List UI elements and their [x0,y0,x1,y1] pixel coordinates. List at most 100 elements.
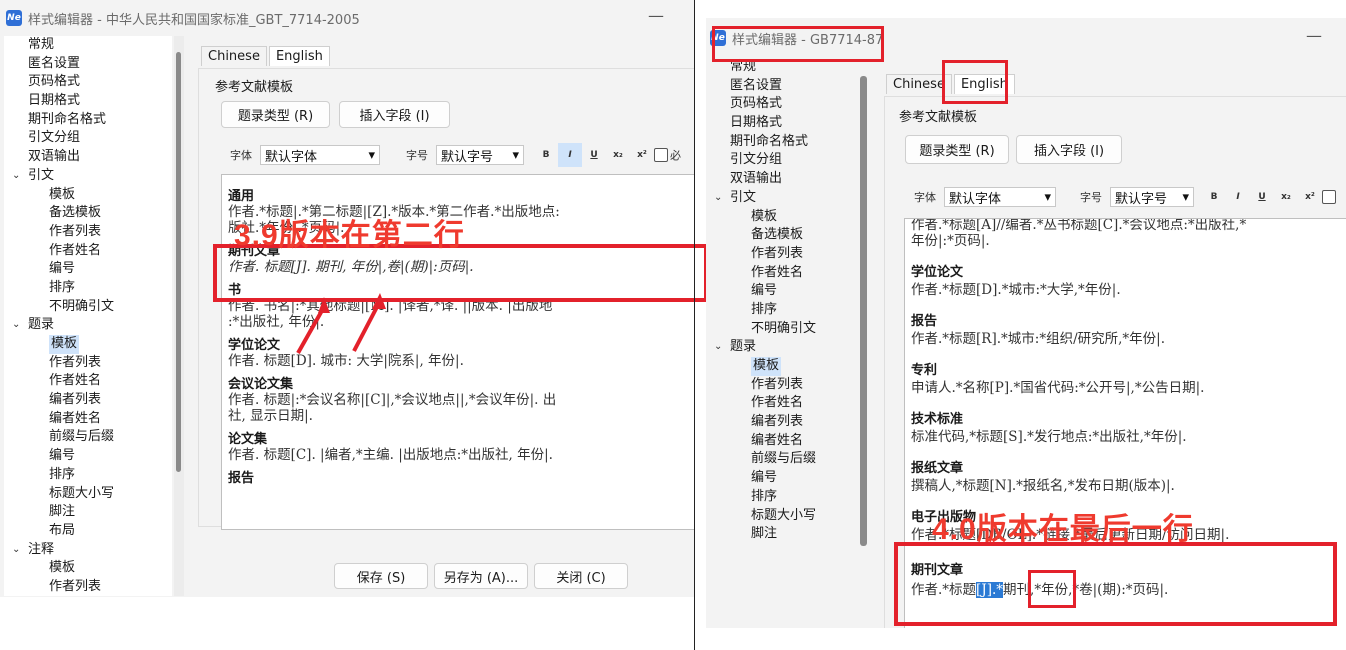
tree-item[interactable]: 页码格式 [4,73,172,92]
tree-item[interactable]: 排序 [4,466,172,485]
right-ref-type-button[interactable]: 题录类型 (R) [905,135,1009,164]
left-tree-scroll-thumb[interactable] [176,52,181,472]
tree-item[interactable]: 标题大小写 [706,507,856,526]
right-checkbox[interactable] [1322,190,1336,204]
tree-item[interactable]: 作者姓名 [706,394,856,413]
tree-item[interactable]: 编号 [4,260,172,279]
tree-item[interactable]: 模板 [4,559,172,578]
tree-item[interactable]: 作者列表 [4,354,172,373]
tree-item[interactable]: 编者姓名 [706,432,856,451]
right-journal-field-box [1028,570,1076,608]
right-tree-scrollbar[interactable] [858,58,870,628]
chevron-down-icon: ▾ [368,147,375,163]
screenshot-divider [694,0,695,650]
tree-item[interactable]: 期刊命名格式 [706,133,856,152]
left-checkbox[interactable] [654,148,668,162]
left-font-select[interactable]: 默认字体 ▾ [260,145,380,165]
tree-item[interactable]: 排序 [706,301,856,320]
tree-item[interactable]: 模板 [706,208,856,227]
bold-button[interactable]: B [534,143,558,167]
tree-item[interactable]: 双语输出 [4,148,172,167]
tree-item[interactable]: 标题大小写 [4,485,172,504]
chevron-down-icon[interactable]: ⌄ [12,167,20,186]
tree-item[interactable]: 引文分组 [706,151,856,170]
tree-item[interactable]: 作者姓名 [4,372,172,391]
tree-item[interactable]: 前缀与后缀 [706,450,856,469]
right-font-select[interactable]: 默认字体 ▾ [944,187,1056,207]
left-ref-type-button[interactable]: 题录类型 (R) [221,101,330,128]
save-as-button[interactable]: 另存为 (A)... [434,563,528,589]
tree-item[interactable]: 不明确引文 [706,320,856,339]
tree-item[interactable]: 编号 [706,469,856,488]
tree-item[interactable]: 模板 [4,186,172,205]
left-size-select[interactable]: 默认字号 ▾ [436,145,524,165]
minimize-icon[interactable]: — [648,6,664,25]
tree-item[interactable]: 作者列表 [706,376,856,395]
tab-chinese[interactable]: Chinese [201,46,267,66]
subscript-button[interactable]: x₂ [1274,185,1298,209]
subscript-button[interactable]: x₂ [606,143,630,167]
tree-item-label: 题录 [730,339,757,355]
bold-button[interactable]: B [1202,185,1226,209]
tree-item[interactable]: 引文分组 [4,129,172,148]
tree-item[interactable]: 模板 [4,335,172,354]
tree-item-label: 引文 [28,167,55,183]
save-button[interactable]: 保存 (S) [334,563,428,589]
tree-item[interactable]: 不明确引文 [4,298,172,317]
minimize-icon[interactable]: — [1306,26,1322,45]
chevron-down-icon[interactable]: ⌄ [12,316,20,335]
left-font-toolbar: 字体 默认字体 ▾ 字号 默认字号 ▾ B I U x₂ x² 必 [230,143,681,167]
tree-item[interactable]: 匿名设置 [4,55,172,74]
tree-item[interactable]: 前缀与后缀 [4,428,172,447]
left-tree-scrollbar[interactable] [174,36,184,596]
underline-button[interactable]: U [582,143,606,167]
tree-item[interactable]: 双语输出 [706,170,856,189]
chevron-down-icon[interactable]: ⌄ [714,189,722,208]
tree-item[interactable]: 作者姓名 [706,264,856,283]
tree-item[interactable]: 日期格式 [706,114,856,133]
tree-item[interactable]: ⌄ 题录 [4,316,172,335]
tree-item[interactable]: ⌄ 引文 [4,167,172,186]
tree-item[interactable]: 编者列表 [4,391,172,410]
tree-item[interactable]: 布局 [4,522,172,541]
tree-item[interactable]: 备选模板 [706,226,856,245]
tree-item[interactable]: 编者姓名 [4,410,172,429]
tree-item[interactable]: 匿名设置 [706,77,856,96]
tree-item[interactable]: 作者列表 [706,245,856,264]
tree-item[interactable]: ⌄ 注释 [4,541,172,560]
tree-item[interactable]: 脚注 [706,525,856,544]
chevron-down-icon[interactable]: ⌄ [714,338,722,357]
italic-button[interactable]: I [1226,185,1250,209]
italic-button[interactable]: I [558,143,582,167]
underline-button[interactable]: U [1250,185,1274,209]
tree-item[interactable]: 排序 [4,279,172,298]
tree-item[interactable]: 日期格式 [4,92,172,111]
tree-item[interactable]: 排序 [706,488,856,507]
tree-item[interactable]: 作者列表 [4,578,172,596]
left-insert-field-button[interactable]: 插入字段 (I) [339,101,450,128]
right-tree-scroll-thumb[interactable] [860,76,867,546]
tree-item[interactable]: 脚注 [4,503,172,522]
tab-english[interactable]: English [268,46,330,66]
tree-item-label: 作者列表 [751,376,804,392]
close-button[interactable]: 关闭 (C) [534,563,628,589]
tree-item[interactable]: 作者列表 [4,223,172,242]
superscript-button[interactable]: x² [1298,185,1322,209]
tree-item[interactable]: 期刊命名格式 [4,111,172,130]
tree-item[interactable]: 编号 [4,447,172,466]
tree-item[interactable]: 作者姓名 [4,242,172,261]
tree-item[interactable]: 编号 [706,282,856,301]
tree-item[interactable]: 编者列表 [706,413,856,432]
tree-item[interactable]: 页码格式 [706,95,856,114]
tree-item[interactable]: 备选模板 [4,204,172,223]
size-label: 字号 [1080,191,1102,204]
right-insert-field-button[interactable]: 插入字段 (I) [1016,135,1122,164]
tree-item[interactable]: 常规 [4,36,172,55]
right-size-select[interactable]: 默认字号 ▾ [1110,187,1194,207]
chevron-down-icon[interactable]: ⌄ [12,541,20,560]
tree-item[interactable]: ⌄ 题录 [706,338,856,357]
superscript-button[interactable]: x² [630,143,654,167]
tree-item[interactable]: ⌄ 引文 [706,189,856,208]
tree-item-label: 排序 [751,301,778,317]
tree-item[interactable]: 模板 [706,357,856,376]
